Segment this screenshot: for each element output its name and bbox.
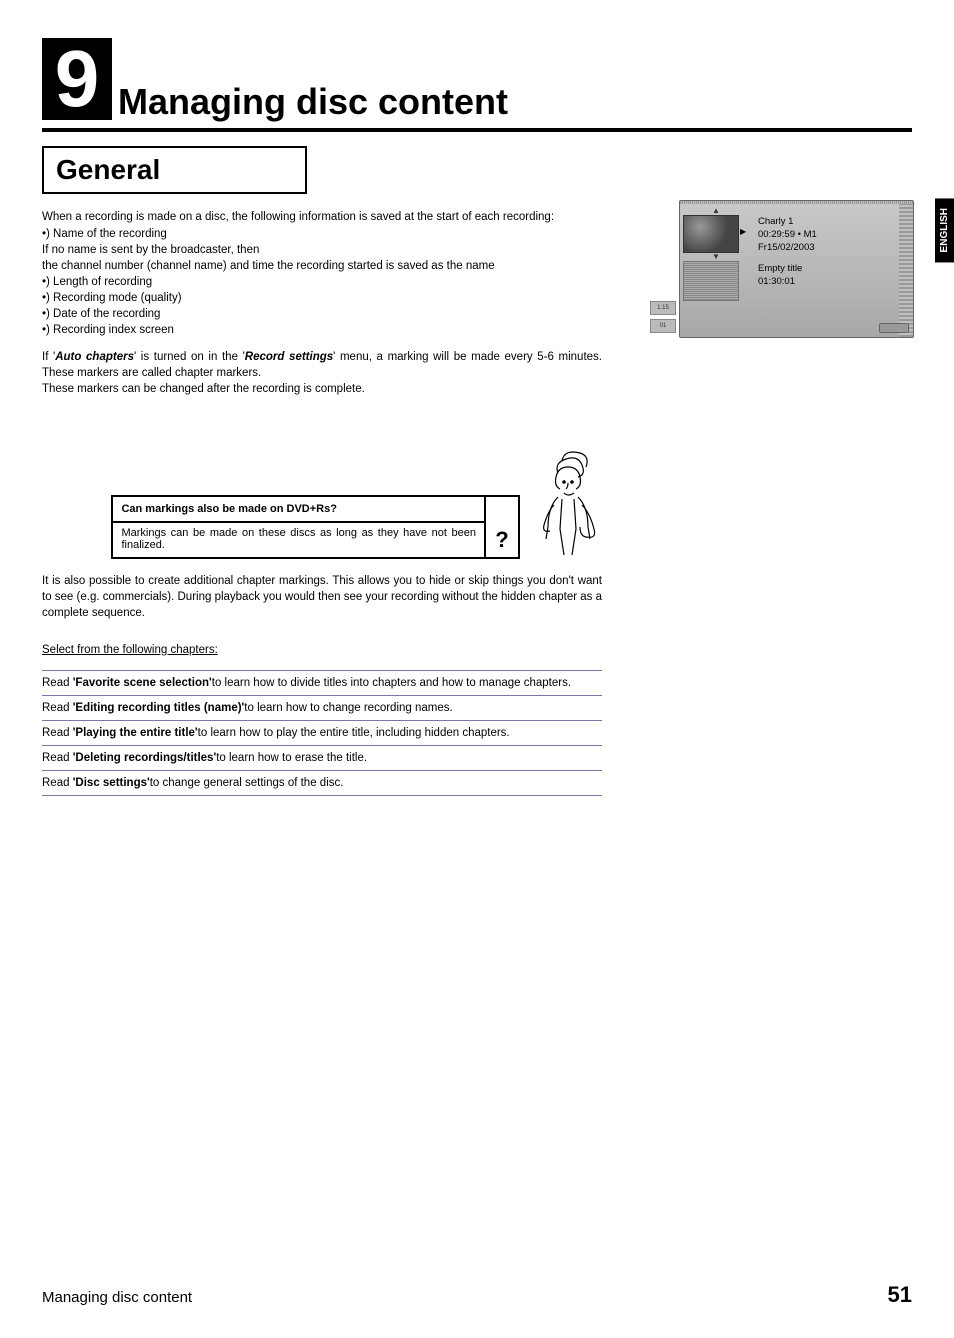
channel-line: the channel number (channel name) and ti… (42, 258, 602, 274)
osd-arrow-up-icon: ▲ (683, 207, 749, 215)
osd-thumbnail-2 (683, 261, 739, 301)
osd-empty-time: 01:30:01 (758, 276, 895, 287)
ac-mid: ' is turned on in the ' (134, 351, 245, 363)
markers-change: These markers can be changed after the r… (42, 381, 602, 397)
toc3-prefix: Read (42, 752, 73, 764)
osd-scrollbar (899, 204, 913, 337)
ac-term: Auto chapters (55, 351, 134, 363)
section-heading: General (56, 154, 293, 186)
bullet-length: •) Length of recording (42, 274, 602, 290)
toc4-bold: 'Disc settings' (73, 777, 150, 789)
chapter-header: 9 Managing disc content (42, 38, 912, 120)
toc0-bold: 'Favorite scene selection' (73, 677, 212, 689)
toc2-prefix: Read (42, 727, 73, 739)
toc0-prefix: Read (42, 677, 73, 689)
section-heading-box: General (42, 146, 307, 194)
toc-playing-entire[interactable]: Read 'Playing the entire title'to learn … (42, 720, 602, 745)
toc0-suffix: to learn how to divide titles into chapt… (212, 677, 571, 689)
osd-date: Fr15/02/2003 (758, 242, 895, 253)
chapter-title: Managing disc content (118, 84, 508, 120)
tip-title: Can markings also be made on DVD+Rs? (113, 497, 484, 523)
rs-term: Record settings (245, 351, 333, 363)
osd-empty-title: Empty title (758, 263, 895, 274)
toc1-suffix: to learn how to change recording names. (244, 702, 452, 714)
page-number: 51 (888, 1282, 912, 1308)
chapter-underline (42, 128, 912, 132)
tip-body: Markings can be made on these discs as l… (121, 527, 476, 551)
toc-disc-settings[interactable]: Read 'Disc settings'to change general se… (42, 770, 602, 796)
chapter-toc: Read 'Favorite scene selection'to learn … (42, 670, 602, 796)
osd-minitab-time: 1:15 (650, 301, 676, 315)
thinking-person-icon (532, 449, 602, 559)
bullet-index: •) Recording index screen (42, 322, 602, 338)
toc4-prefix: Read (42, 777, 73, 789)
intro-text: When a recording is made on a disc, the … (42, 210, 602, 226)
toc3-bold: 'Deleting recordings/titles' (73, 752, 217, 764)
bullet-name: •) Name of the recording (42, 226, 602, 242)
tip-block: Can markings also be made on DVD+Rs? Mar… (42, 449, 602, 559)
bullet-mode: •) Recording mode (quality) (42, 290, 602, 306)
footer-title: Managing disc content (42, 1289, 192, 1306)
toc-deleting[interactable]: Read 'Deleting recordings/titles'to lear… (42, 745, 602, 770)
osd-screenshot: ▲ ▼ ▶ Charly 1 00:29:59 • M1 Fr15/02/200… (679, 200, 914, 338)
toc4-suffix: to change general settings of the disc. (150, 777, 344, 789)
bullet-date: •) Date of the recording (42, 306, 602, 322)
toc-editing-titles[interactable]: Read 'Editing recording titles (name)'to… (42, 695, 602, 720)
osd-play-icon: ▶ (740, 227, 746, 236)
toc-favorite-scene[interactable]: Read 'Favorite scene selection'to learn … (42, 670, 602, 695)
toc2-suffix: to learn how to play the entire title, i… (198, 727, 510, 739)
chapter-number: 9 (55, 39, 100, 119)
noname-line: If no name is sent by the broadcaster, t… (42, 242, 602, 258)
chapter-number-box: 9 (42, 38, 112, 120)
toc3-suffix: to learn how to erase the title. (216, 752, 367, 764)
osd-thumbnail-1 (683, 215, 739, 253)
osd-minitab-index: 01 (650, 319, 676, 333)
osd-bottom-button (879, 323, 909, 333)
para-additional-markings: It is also possible to create additional… (42, 573, 602, 621)
toc1-prefix: Read (42, 702, 73, 714)
osd-title-name: Charly 1 (758, 216, 895, 227)
auto-chapters-text: If 'Auto chapters' is turned on in the '… (42, 350, 602, 381)
toc1-bold: 'Editing recording titles (name)' (73, 702, 245, 714)
toc2-bold: 'Playing the entire title' (73, 727, 198, 739)
thinking-person-svg (532, 449, 602, 559)
osd-time-mode: 00:29:59 • M1 (758, 229, 895, 240)
tip-qmark: ? (495, 527, 508, 553)
select-line: Select from the following chapters: (42, 644, 602, 656)
ac-prefix: If ' (42, 351, 55, 363)
language-tab: ENGLISH (935, 198, 954, 262)
osd-arrow-down-icon: ▼ (683, 253, 749, 261)
